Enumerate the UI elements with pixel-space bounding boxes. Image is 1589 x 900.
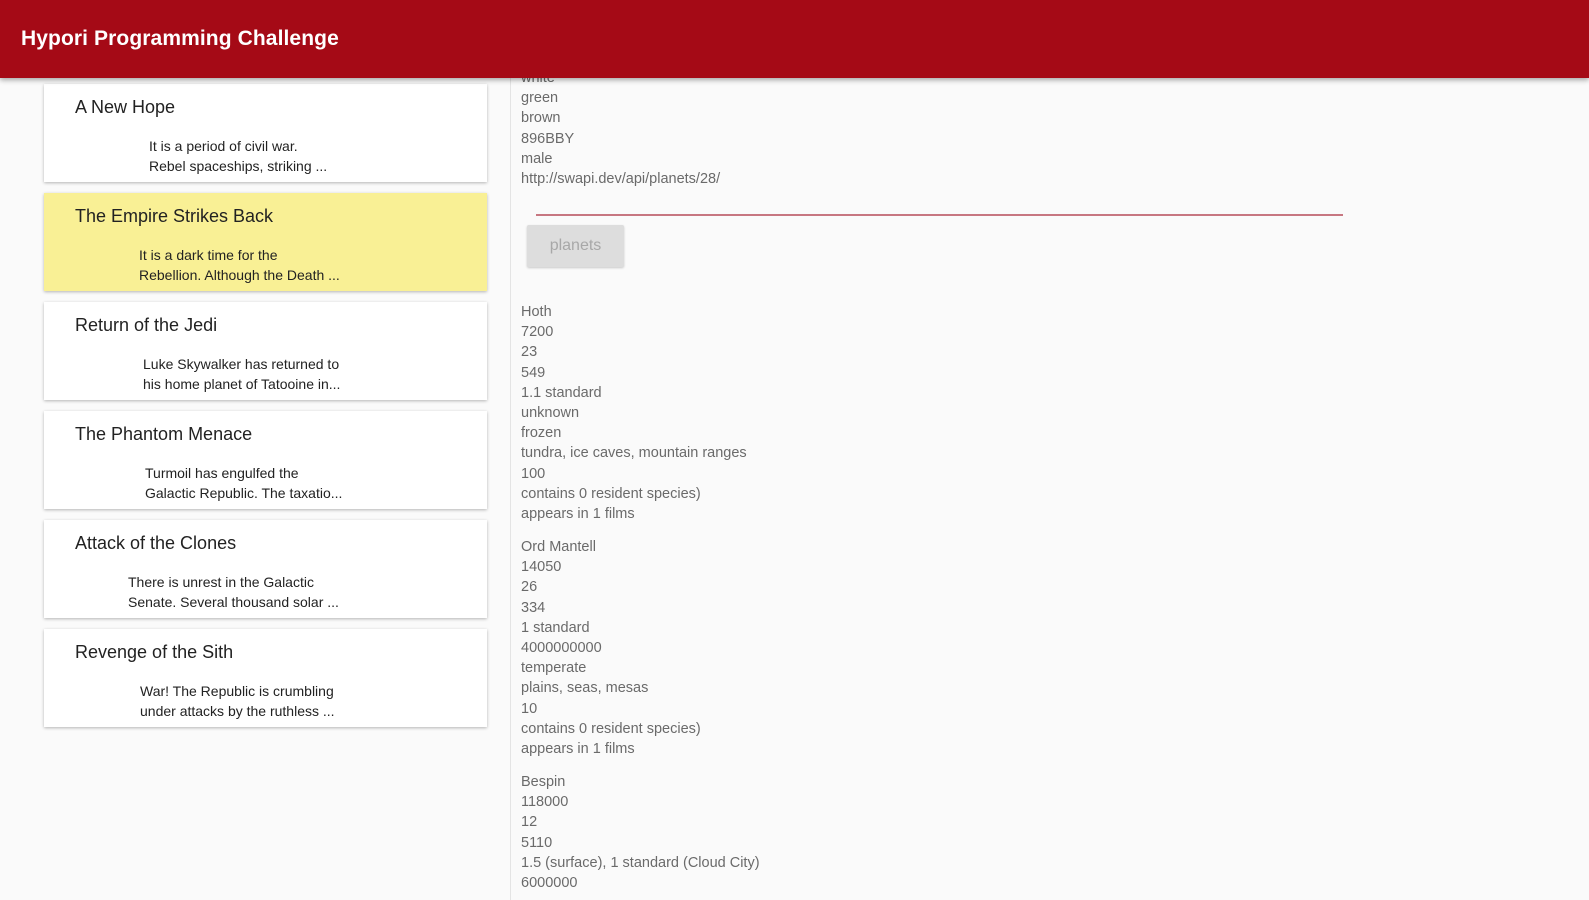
- crawl-line: Galactic Republic. The taxatio...: [145, 485, 343, 501]
- film-opening-crawl: It is a dark time for the Rebellion. Alt…: [139, 245, 340, 285]
- film-card-the-phantom-menace[interactable]: The Phantom Menace Turmoil has engulfed …: [44, 411, 487, 509]
- character-gender: male: [521, 150, 553, 167]
- film-card-revenge-of-the-sith[interactable]: Revenge of the Sith War! The Republic is…: [44, 629, 487, 727]
- film-card-attack-of-the-clones[interactable]: Attack of the Clones There is unrest in …: [44, 520, 487, 618]
- planet-diameter: 549: [521, 364, 546, 381]
- planet-details-bespin: Bespin 118000 12 5110 1.5 (surface), 1 s…: [521, 772, 760, 893]
- planets-button[interactable]: planets: [527, 225, 624, 267]
- planet-diameter: 5110: [521, 834, 553, 851]
- crawl-line: Senate. Several thousand solar ...: [128, 594, 339, 610]
- planet-surface-water: 10: [521, 700, 538, 717]
- planet-surface-water: 100: [521, 465, 546, 482]
- crawl-line: War! The Republic is crumbling: [140, 683, 334, 699]
- film-title: Return of the Jedi: [75, 315, 218, 335]
- planet-species: contains 0 resident species): [521, 720, 701, 737]
- planet-orbital-period: 26: [521, 579, 538, 596]
- planet-orbital-period: 12: [521, 814, 538, 831]
- film-card-a-new-hope[interactable]: A New Hope It is a period of civil war. …: [44, 84, 487, 182]
- planet-name: Ord Mantell: [521, 539, 596, 555]
- film-opening-crawl: Luke Skywalker has returned to his home …: [143, 354, 340, 394]
- planet-gravity: 1.5 (surface), 1 standard (Cloud City): [521, 854, 760, 871]
- planet-rotation-period: 14050: [521, 559, 562, 576]
- divider-line: [536, 214, 1343, 216]
- character-eye-color: green: [521, 90, 559, 107]
- planet-terrain: plains, seas, mesas: [521, 680, 649, 697]
- film-opening-crawl: There is unrest in the Galactic Senate. …: [128, 572, 339, 612]
- app-bar: Hypori Programming Challenge: [0, 0, 1589, 78]
- crawl-line: It is a dark time for the: [139, 247, 278, 263]
- crawl-line: It is a period of civil war.: [149, 138, 298, 154]
- planet-details-hoth: Hoth 7200 23 549 1.1 standard unknown fr…: [521, 302, 747, 524]
- film-title: Revenge of the Sith: [75, 642, 234, 662]
- film-opening-crawl: Turmoil has engulfed the Galactic Republ…: [145, 463, 342, 503]
- planet-population: 4000000000: [521, 640, 602, 657]
- character-skin-color: white: [521, 78, 555, 86]
- character-hair-color: brown: [521, 110, 561, 127]
- film-title: The Phantom Menace: [75, 424, 253, 444]
- planet-diameter: 334: [521, 599, 546, 616]
- crawl-line: There is unrest in the Galactic: [128, 574, 314, 590]
- planet-population: 6000000: [521, 875, 578, 892]
- film-card-return-of-the-jedi[interactable]: Return of the Jedi Luke Skywalker has re…: [44, 302, 487, 400]
- film-title: The Empire Strikes Back: [75, 206, 274, 226]
- film-card-the-empire-strikes-back[interactable]: The Empire Strikes Back It is a dark tim…: [44, 193, 487, 291]
- crawl-line: Luke Skywalker has returned to: [143, 356, 340, 372]
- crawl-line: under attacks by the ruthless ...: [140, 703, 335, 719]
- film-opening-crawl: It is a period of civil war. Rebel space…: [149, 136, 327, 176]
- planet-films: appears in 1 films: [521, 741, 635, 758]
- planet-climate: temperate: [521, 660, 587, 677]
- app-title: Hypori Programming Challenge: [21, 27, 339, 50]
- planet-rotation-period: 7200: [521, 324, 554, 341]
- crawl-line: Turmoil has engulfed the: [145, 465, 299, 481]
- planet-films: appears in 1 films: [521, 506, 635, 523]
- character-birth-year: 896BBY: [521, 130, 575, 147]
- detail-pane[interactable]: white green brown 896BBY male http://swa…: [511, 78, 1589, 900]
- planet-gravity: 1 standard: [521, 619, 590, 636]
- planet-rotation-period: 118000: [521, 794, 569, 811]
- planet-orbital-period: 23: [521, 344, 538, 361]
- planet-climate: frozen: [521, 425, 562, 442]
- character-details: white green brown 896BBY male http://swa…: [521, 78, 720, 189]
- film-title: A New Hope: [75, 97, 176, 117]
- crawl-line: Rebel spaceships, striking ...: [149, 158, 328, 174]
- planet-name: Bespin: [521, 774, 566, 790]
- film-title: Attack of the Clones: [75, 533, 237, 553]
- crawl-line: Rebellion. Although the Death ...: [139, 267, 340, 283]
- planet-details-ord-mantell: Ord Mantell 14050 26 334 1 standard 4000…: [521, 537, 701, 759]
- planet-species: contains 0 resident species): [521, 485, 701, 502]
- planet-name: Hoth: [521, 304, 552, 320]
- film-list: A New Hope It is a period of civil war. …: [0, 78, 510, 900]
- planet-terrain: tundra, ice caves, mountain ranges: [521, 445, 747, 462]
- planet-gravity: 1.1 standard: [521, 384, 602, 401]
- character-homeworld-url: http://swapi.dev/api/planets/28/: [521, 171, 721, 188]
- planet-population: unknown: [521, 405, 580, 422]
- crawl-line: his home planet of Tatooine in...: [143, 376, 341, 392]
- film-opening-crawl: War! The Republic is crumbling under att…: [140, 681, 335, 721]
